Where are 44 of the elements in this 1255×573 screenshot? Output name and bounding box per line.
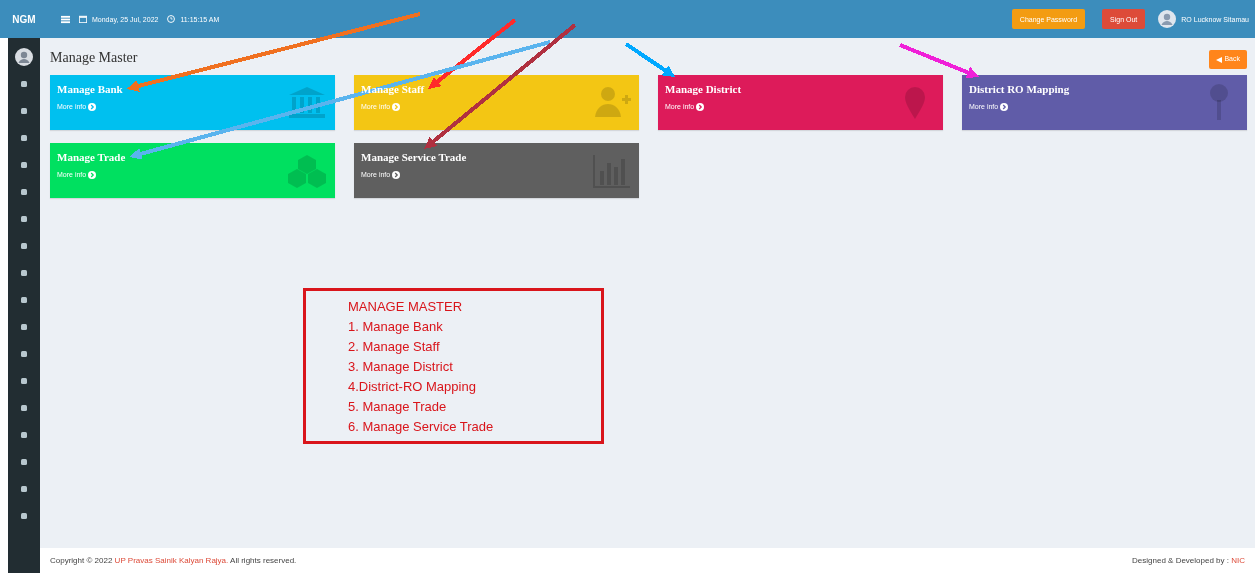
- sidebar-icon[interactable]: [21, 135, 27, 141]
- sidebar-icon[interactable]: [21, 351, 27, 357]
- calendar-icon: [79, 15, 87, 23]
- sidebar-icon[interactable]: [21, 108, 27, 114]
- caret-left-icon[interactable]: [1216, 56, 1223, 63]
- card-title: Manage District: [665, 83, 742, 95]
- annotation-text: 3. Manage District: [348, 359, 454, 375]
- sidebar-icon[interactable]: [21, 216, 27, 222]
- clock-icon: [167, 15, 176, 23]
- copyright-text: Copyright © 2022 UP Pravas Sainik Kalyan Rajya. All rights reserved.: [50, 556, 297, 565]
- annotation-text: 1. Manage Bank: [348, 319, 444, 335]
- sidebar-icon[interactable]: [21, 486, 27, 492]
- arrow-circle-icon[interactable]: [696, 103, 705, 112]
- arrow-circle-icon[interactable]: [392, 171, 401, 180]
- annotation-text: 2. Manage Staff: [348, 339, 441, 355]
- logo[interactable]: NGM: [8, 13, 40, 25]
- page-title: Manage Master: [50, 50, 138, 66]
- user-avatar[interactable]: [1158, 10, 1177, 28]
- sidebar-icon[interactable]: [21, 162, 27, 168]
- sidebar-icon[interactable]: [21, 297, 27, 303]
- card-title: Manage Bank: [57, 83, 123, 95]
- annotation-text: 6. Manage Service Trade: [348, 419, 495, 435]
- sidebar-icon[interactable]: [21, 81, 27, 87]
- arrow-circle-icon[interactable]: [1000, 103, 1009, 112]
- footer-link[interactable]: UP Pravas Sainik Kalyan Rajya.: [114, 556, 229, 565]
- sidebar-icon[interactable]: [21, 189, 27, 195]
- card-title: Manage Service Trade: [361, 151, 467, 163]
- sidebar-icon[interactable]: [21, 432, 27, 438]
- footer-link[interactable]: NIC: [1231, 556, 1245, 565]
- sidebar-icon[interactable]: [21, 459, 27, 465]
- menu-icon[interactable]: [61, 14, 70, 24]
- sidebar-icon[interactable]: [21, 270, 27, 276]
- sidebar-icon[interactable]: [21, 405, 27, 411]
- sidebar-icon[interactable]: [21, 513, 27, 519]
- sidebar-icon[interactable]: [21, 378, 27, 384]
- annotation-text: 5. Manage Trade: [348, 399, 448, 415]
- card-title: District RO Mapping: [969, 83, 1070, 95]
- sidebar-icon[interactable]: [21, 243, 27, 249]
- annotation-text: MANAGE MASTER: [348, 299, 464, 315]
- sidebar-icon[interactable]: [21, 324, 27, 330]
- card-title: Manage Trade: [57, 151, 126, 163]
- user-avatar: [15, 48, 33, 66]
- credit-text: Designed & Developed by : NIC: [1132, 556, 1245, 565]
- annotation-text: 4.District-RO Mapping: [348, 379, 477, 395]
